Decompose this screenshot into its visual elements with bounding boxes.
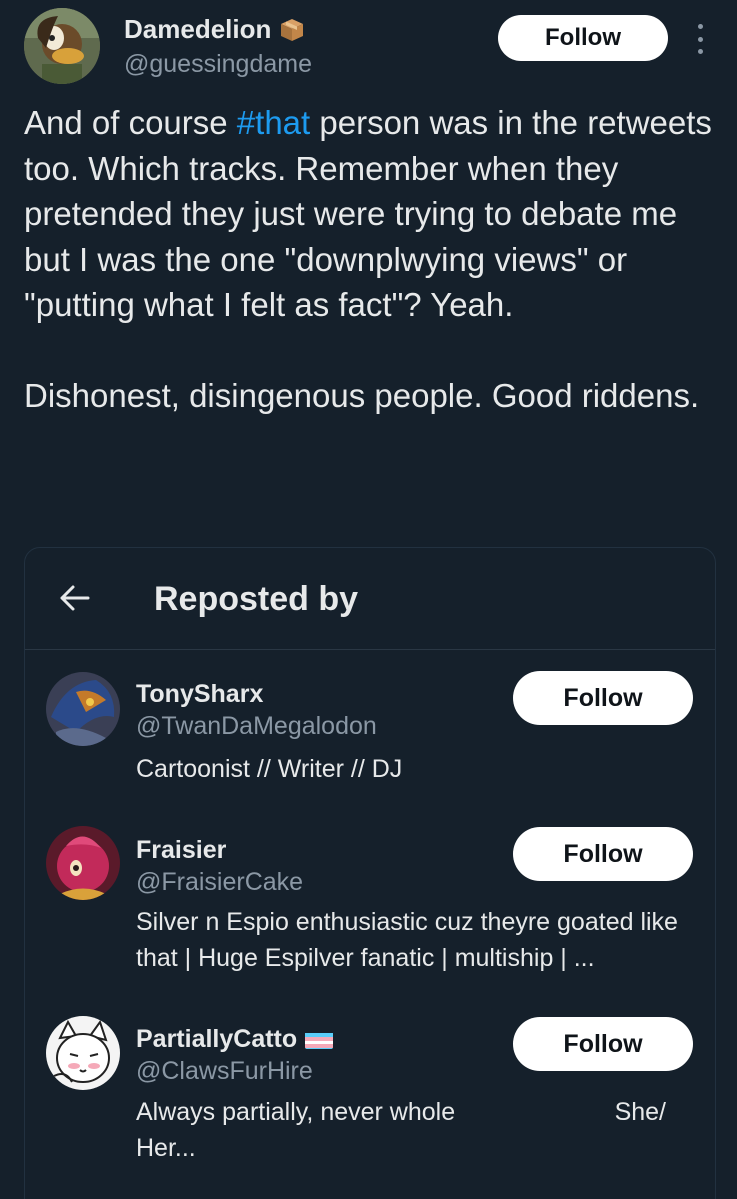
user-row-partiallycatto[interactable]: PartiallyCatto @ClawsFurHire Always part… xyxy=(25,996,715,1199)
avatar[interactable] xyxy=(46,1016,120,1090)
post-screen: Damedelion @guessingdame Follow And of c… xyxy=(0,0,737,1199)
user-bio: Silver n Espio enthusiastic cuz theyre g… xyxy=(136,908,678,972)
user-bio: Cartoonist // Writer // DJ xyxy=(136,755,403,783)
user-bio-left: Always partially, never whole xyxy=(136,1098,456,1126)
avatar[interactable] xyxy=(46,826,120,900)
author-handle[interactable]: @guessingdame xyxy=(124,50,312,79)
hashtag-link[interactable]: #that xyxy=(237,104,310,141)
post-paragraph-2: Dishonest, disingenous people. Good ridd… xyxy=(24,376,700,414)
user-handle: @TwanDaMegalodon xyxy=(136,712,377,740)
author-avatar-image xyxy=(24,8,100,84)
user-handle: @FraisierCake xyxy=(136,868,304,896)
post-body: And of course #that person was in the re… xyxy=(24,100,719,418)
user-name-text: Fraisier xyxy=(136,836,227,864)
post-paragraph-1: And of course #that person was in the re… xyxy=(24,100,719,328)
user-name[interactable]: PartiallyCatto xyxy=(136,1025,334,1054)
user-bio-line-1: Always partially, never whole She/ xyxy=(136,1094,666,1130)
follow-button[interactable]: Follow xyxy=(513,1017,693,1071)
user-name-text: PartiallyCatto xyxy=(136,1025,298,1053)
package-emoji-icon xyxy=(279,17,305,43)
follow-button[interactable]: Follow xyxy=(513,827,693,881)
user-row-tonysharx[interactable]: TonySharx @TwanDaMegalodon Cartoonist //… xyxy=(25,649,715,806)
follow-button[interactable]: Follow xyxy=(513,671,693,725)
follow-author-button[interactable]: Follow xyxy=(498,15,668,61)
arrow-left-icon[interactable] xyxy=(59,584,91,612)
author-name-row: Damedelion xyxy=(124,14,305,45)
user-handle: @ClawsFurHire xyxy=(136,1057,313,1085)
reposted-by-header: Reposted by xyxy=(25,548,715,650)
user-name-text: TonySharx xyxy=(136,680,264,708)
post-text-part1: And of course xyxy=(24,104,237,141)
more-options-icon[interactable] xyxy=(690,24,710,54)
user-bio: Always partially, never whole She/ Her..… xyxy=(136,1094,696,1166)
user-bio-right: She/ xyxy=(614,1098,666,1126)
transgender-flag-icon xyxy=(305,1030,334,1049)
reposted-by-title: Reposted by xyxy=(154,580,359,618)
reposted-by-card: Reposted by TonySharx @TwanDaMegalodon C… xyxy=(24,547,716,1199)
user-bio-line-2: Her... xyxy=(136,1134,196,1162)
user-name[interactable]: TonySharx xyxy=(136,680,263,709)
user-name[interactable]: Fraisier xyxy=(136,836,226,865)
user-row-fraisier[interactable]: Fraisier @FraisierCake Silver n Espio en… xyxy=(25,806,715,996)
author-avatar[interactable] xyxy=(24,8,100,84)
author-name[interactable]: Damedelion xyxy=(124,14,271,45)
avatar[interactable] xyxy=(46,672,120,746)
